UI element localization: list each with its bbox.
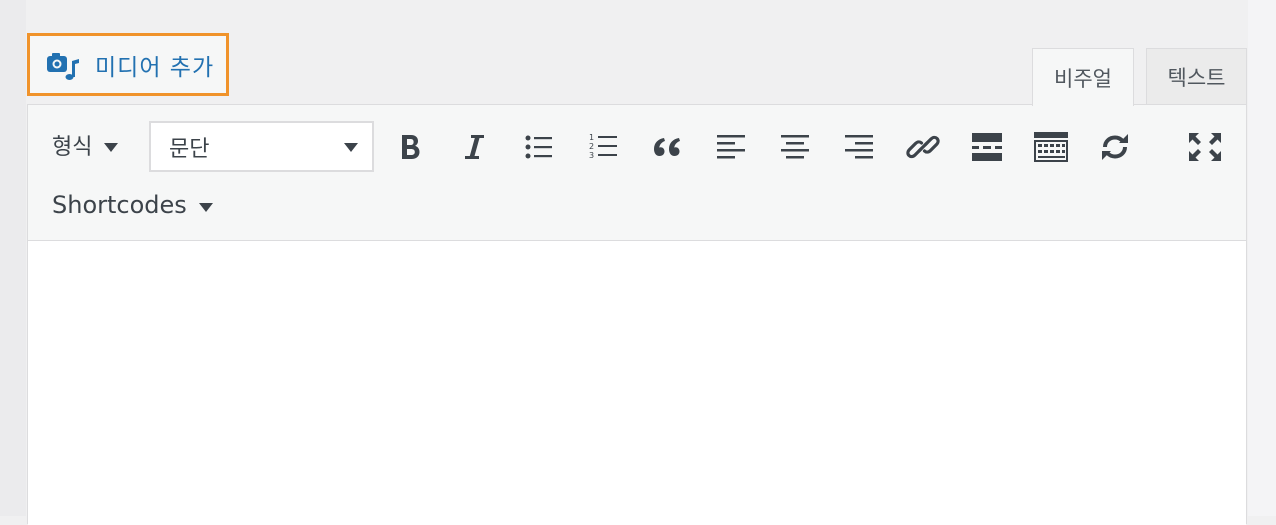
bold-button[interactable]: [393, 129, 429, 165]
bold-icon: [402, 135, 420, 159]
align-center-icon: [781, 135, 809, 159]
tab-visual[interactable]: 비주얼: [1032, 48, 1134, 106]
bullet-list-icon: [525, 135, 552, 159]
read-more-button[interactable]: [969, 129, 1005, 165]
align-right-button[interactable]: [841, 129, 877, 165]
editor-content-area[interactable]: [28, 241, 1246, 525]
insert-link-button[interactable]: [905, 129, 941, 165]
blockquote-button[interactable]: [649, 129, 685, 165]
shortcodes-label: Shortcodes: [52, 191, 187, 219]
editor-toolbar: 형식 문단 1 2 3 Shortcodes: [28, 105, 1246, 241]
refresh-icon: [1102, 134, 1128, 160]
add-media-label: 미디어 추가: [95, 54, 215, 81]
chevron-down-icon: [198, 202, 213, 212]
fullscreen-button[interactable]: [1187, 129, 1223, 165]
svg-text:3: 3: [589, 151, 594, 160]
bullet-list-button[interactable]: [521, 129, 557, 165]
page-right-margin: [1248, 0, 1276, 516]
align-center-button[interactable]: [777, 129, 813, 165]
numbered-list-icon: 1 2 3: [589, 133, 617, 160]
align-left-button[interactable]: [713, 129, 749, 165]
format-label: 형식: [52, 135, 93, 160]
editor: 형식 문단 1 2 3 Shortcodes: [27, 104, 1247, 525]
tab-text[interactable]: 텍스트: [1146, 48, 1247, 104]
format-dropdown[interactable]: 형식: [52, 127, 119, 163]
italic-icon: [465, 135, 484, 159]
add-media-button[interactable]: 미디어 추가: [27, 33, 229, 96]
paragraph-format-select[interactable]: 문단: [149, 121, 374, 172]
toolbar-toggle-icon: [1034, 132, 1068, 162]
read-more-icon: [972, 133, 1002, 161]
chevron-down-icon: [344, 143, 358, 152]
link-icon: [906, 135, 940, 159]
italic-button[interactable]: [456, 129, 492, 165]
align-right-icon: [845, 135, 873, 159]
align-left-icon: [717, 135, 745, 159]
fullscreen-icon: [1189, 133, 1221, 161]
numbered-list-button[interactable]: 1 2 3: [585, 129, 621, 165]
svg-text:2: 2: [589, 142, 594, 151]
page-left-margin: [0, 0, 26, 516]
svg-text:1: 1: [589, 133, 594, 142]
paragraph-select-value: 문단: [169, 136, 210, 162]
shortcodes-dropdown[interactable]: Shortcodes: [52, 187, 213, 223]
blockquote-icon: [654, 138, 680, 156]
toolbar-toggle-button[interactable]: [1033, 129, 1069, 165]
chevron-down-icon: [104, 142, 119, 152]
refresh-button[interactable]: [1097, 129, 1133, 165]
add-media-icon: [45, 47, 81, 83]
